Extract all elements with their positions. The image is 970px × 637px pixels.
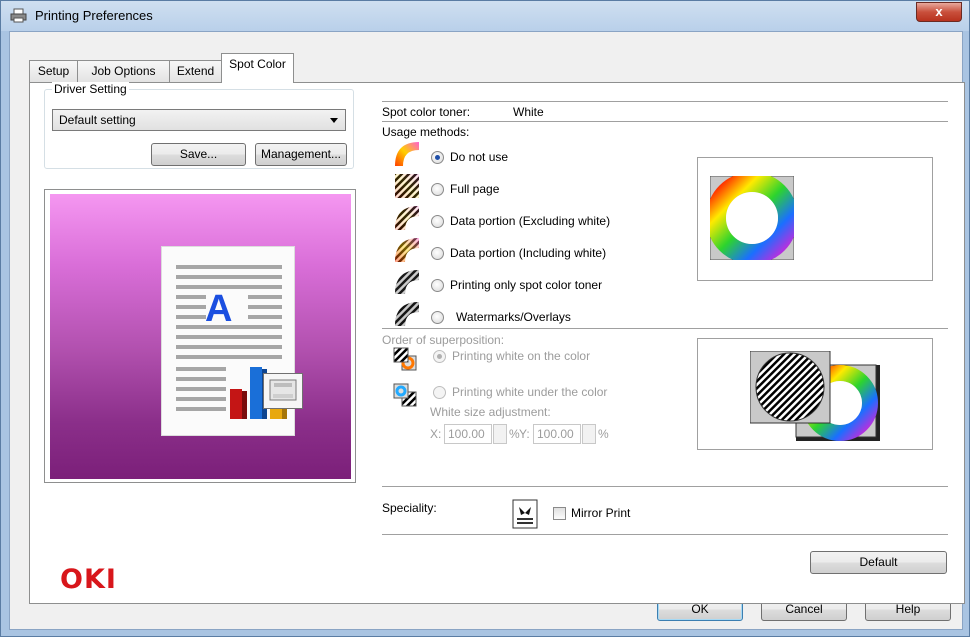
usage-spot-toner-only-label: Printing only spot color toner	[450, 278, 603, 292]
x-label: X:	[430, 427, 442, 441]
speciality-label: Speciality:	[382, 501, 437, 515]
usage-methods-label: Usage methods:	[382, 125, 470, 139]
printing-preferences-window: Printing Preferences x Setup Job Options…	[0, 0, 970, 637]
divider	[382, 101, 948, 102]
letter-a-graphic: A	[205, 288, 233, 330]
white-on-color-icon	[393, 347, 417, 371]
y-size-input[interactable]: 100.00	[533, 424, 581, 444]
usage-data-including-white-radio[interactable]	[431, 247, 444, 260]
tab-label: Spot Color	[229, 57, 286, 71]
divider	[382, 121, 948, 122]
close-icon: x	[935, 4, 943, 19]
divider	[382, 486, 948, 487]
preview-pane: A	[44, 189, 356, 483]
white-under-color-icon	[393, 383, 417, 407]
usage-full-page-label: Full page	[450, 182, 500, 196]
divider	[382, 328, 948, 329]
usage-spot-toner-only-radio[interactable]	[431, 279, 444, 292]
mirror-print-checkbox[interactable]	[553, 507, 566, 520]
do-not-use-icon	[395, 142, 419, 166]
y-percent-label: %	[598, 427, 609, 441]
order-preview-box	[697, 338, 933, 450]
title-bar: Printing Preferences	[1, 1, 969, 31]
usage-data-including-white-label: Data portion (Including white)	[450, 246, 607, 260]
divider	[382, 534, 948, 535]
driver-setting-legend: Driver Setting	[52, 82, 129, 96]
driver-setting-value: Default setting	[59, 113, 136, 127]
order-of-superposition-label: Order of superposition:	[382, 333, 505, 347]
tab-job-options[interactable]: Job Options	[77, 60, 170, 82]
y-label: Y:	[519, 427, 530, 441]
preview-image: A	[50, 194, 351, 479]
close-button[interactable]: x	[916, 2, 962, 22]
order-white-under-color-radio[interactable]	[433, 386, 446, 399]
x-size-input[interactable]: 100.00	[444, 424, 492, 444]
driver-setting-select[interactable]: Default setting	[52, 109, 346, 131]
tab-label: Extend	[176, 64, 215, 78]
tab-label: Job Options	[91, 64, 156, 78]
tab-extend[interactable]: Extend	[169, 60, 222, 82]
superposition-graphic	[750, 351, 880, 441]
full-page-icon	[395, 174, 419, 198]
x-size-stepper[interactable]	[493, 424, 507, 444]
usage-preview-box	[697, 157, 933, 281]
driver-setting-group: Driver Setting Default setting Save... M…	[44, 82, 354, 169]
spot-color-toner-value: White	[513, 105, 544, 119]
printer-icon	[10, 8, 27, 23]
chevron-down-icon	[330, 118, 338, 123]
mirror-print-icon	[512, 499, 538, 529]
usage-do-not-use-radio[interactable]	[431, 151, 444, 164]
data-portion-excluding-white-icon	[395, 206, 419, 230]
spot-color-panel: Driver Setting Default setting Save... M…	[29, 82, 965, 604]
usage-watermarks-overlays-radio[interactable]	[431, 311, 444, 324]
color-ring-graphic	[710, 176, 794, 260]
dialog-client: Setup Job Options Extend Spot Color Driv…	[9, 31, 965, 630]
order-white-on-color-radio[interactable]	[433, 350, 446, 363]
order-white-under-color-label: Printing white under the color	[452, 385, 608, 399]
window-title: Printing Preferences	[35, 8, 153, 23]
y-size-stepper[interactable]	[582, 424, 596, 444]
printer-thumbnail-icon[interactable]	[263, 373, 303, 409]
management-button[interactable]: Management...	[255, 143, 347, 166]
tab-spot-color[interactable]: Spot Color	[221, 53, 294, 83]
watermarks-overlays-icon	[395, 302, 419, 326]
data-portion-including-white-icon	[395, 238, 419, 262]
tab-label: Setup	[37, 64, 70, 78]
spot-color-toner-label: Spot color toner:	[382, 105, 471, 119]
usage-full-page-radio[interactable]	[431, 183, 444, 196]
spot-color-toner-only-icon	[395, 270, 419, 294]
oki-logo: OKI	[60, 564, 117, 595]
white-size-adjustment-label: White size adjustment:	[430, 405, 551, 419]
usage-do-not-use-label: Do not use	[450, 150, 509, 164]
mirror-print-label: Mirror Print	[571, 506, 631, 520]
usage-data-excluding-white-radio[interactable]	[431, 215, 444, 228]
order-white-on-color-label: Printing white on the color	[452, 349, 591, 363]
save-button[interactable]: Save...	[151, 143, 246, 166]
default-button[interactable]: Default	[810, 551, 947, 574]
tab-setup[interactable]: Setup	[29, 60, 78, 82]
usage-data-excluding-white-label: Data portion (Excluding white)	[450, 214, 611, 228]
usage-watermarks-overlays-label: Watermarks/Overlays	[456, 310, 571, 324]
